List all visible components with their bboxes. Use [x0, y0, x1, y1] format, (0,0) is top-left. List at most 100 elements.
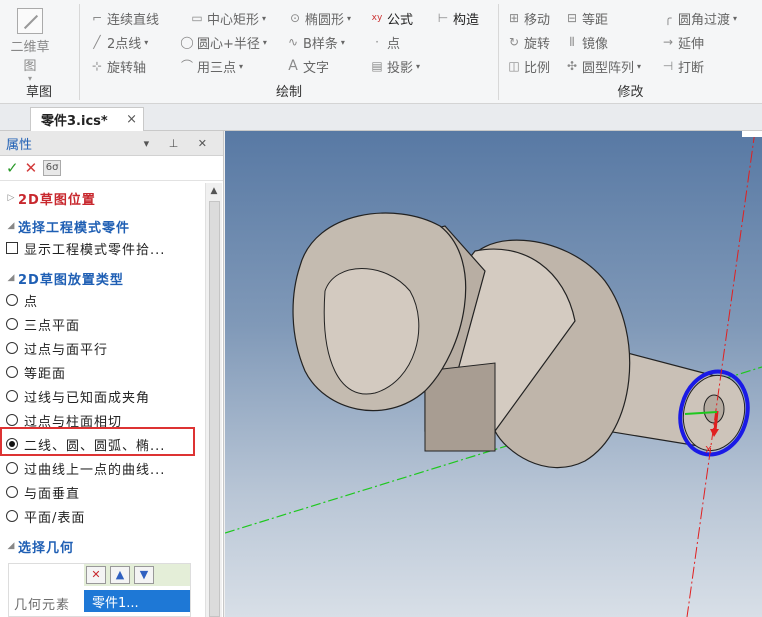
project-button[interactable]: ▤ 投影 ▾: [370, 56, 420, 76]
circle-icon: ◯: [180, 35, 194, 49]
option-perpendicular[interactable]: 与面垂直: [0, 481, 80, 503]
line-icon: ╱: [93, 35, 101, 49]
rectangle-icon: ▭: [191, 11, 203, 25]
formula-button[interactable]: xy 公式: [370, 8, 413, 28]
document-tab[interactable]: 零件3.ics* ×: [30, 107, 144, 131]
axis-icon: ⊹: [91, 59, 103, 73]
option-line-angle[interactable]: 过线与已知面成夹角: [0, 385, 150, 407]
rotation-axis-button[interactable]: ⊹ 旋转轴: [90, 56, 146, 76]
ellipse-button[interactable]: ⊙ 椭圆形 ▾: [288, 8, 351, 28]
cancel-x-icon[interactable]: ✕: [25, 159, 38, 177]
rotate-button[interactable]: ↻ 旋转: [507, 32, 550, 52]
expand-arrow-icon: ▷: [7, 193, 15, 203]
document-tab-bar: 零件3.ics* ×: [0, 104, 762, 131]
project-icon: ▤: [371, 59, 383, 73]
radio-point[interactable]: [6, 294, 18, 306]
2d-sketch-button[interactable]: 二维草图 ▾: [8, 8, 52, 83]
circular-pattern-button[interactable]: ✣ 圆型阵列 ▾: [565, 56, 641, 76]
modify-group: ⊞ 移动 ⊟ 等距 ╭ 圆角过渡 ▾ ↻ 旋转 ⫴ 镜像 → 延伸 ◫ 比例 ✣ 圆型阵列 ▾ ⊣ 打…: [499, 0, 762, 104]
ellipse-icon: ⊙: [289, 11, 301, 25]
confirm-check-icon[interactable]: ✓: [6, 159, 19, 177]
section-select-part[interactable]: ◢ 选择工程模式零件: [0, 215, 130, 237]
circle-center-radius-button[interactable]: ◯ 圆心+半径 ▾: [180, 32, 267, 52]
move-button[interactable]: ⊞ 移动: [507, 8, 550, 28]
offset-button[interactable]: ⊟ 等距: [565, 8, 608, 28]
geometry-toolbar: ✕ ▲ ▼: [84, 564, 190, 586]
radio-perpendicular[interactable]: [6, 486, 18, 498]
move-down-icon[interactable]: ▼: [134, 566, 154, 584]
point-button[interactable]: · 点: [370, 32, 400, 52]
offset-icon: ⊟: [566, 11, 578, 25]
point-icon: ·: [375, 35, 379, 49]
preview-glasses-icon[interactable]: 6σ: [43, 160, 62, 176]
section-2d-sketch-position[interactable]: ▷ 2D草图位置: [0, 187, 96, 209]
two-point-line-button[interactable]: ╱ 2点线 ▾: [90, 32, 148, 52]
sketch-icon: [17, 8, 43, 34]
selected-option-highlight-box: [0, 427, 195, 456]
show-part-checkbox[interactable]: [6, 242, 18, 254]
panel-toolbar: ✓ ✕ 6σ: [0, 156, 223, 181]
text-icon: A: [288, 58, 298, 74]
break-icon: ⊣: [662, 59, 674, 73]
3d-model-canvas: X: [225, 131, 762, 617]
option-offset-plane[interactable]: 等距面: [0, 361, 66, 383]
bspline-button[interactable]: ∿ B样条 ▾: [286, 32, 345, 52]
radio-plane-surface[interactable]: [6, 510, 18, 522]
panel-scrollbar[interactable]: ▲: [205, 183, 222, 617]
text-button[interactable]: A 文字: [286, 56, 329, 76]
section-select-geometry[interactable]: ◢ 选择几何: [0, 535, 74, 557]
x-axis-label: X: [705, 445, 712, 456]
arc-icon: ⌒: [180, 59, 193, 73]
center-rect-button[interactable]: ▭ 中心矩形 ▾: [190, 8, 266, 28]
rotate-icon: ↻: [508, 35, 520, 49]
formula-icon: xy: [371, 13, 383, 23]
scroll-up-icon[interactable]: ▲: [206, 183, 222, 199]
option-point[interactable]: 点: [0, 289, 38, 311]
close-tab-icon[interactable]: ×: [126, 112, 137, 127]
collapse-arrow-icon: ◢: [7, 541, 15, 551]
geometry-selected-item[interactable]: 零件1...: [84, 590, 190, 612]
move-up-icon[interactable]: ▲: [110, 566, 130, 584]
fillet-button[interactable]: ╭ 圆角过渡 ▾: [661, 8, 737, 28]
extend-button[interactable]: → 延伸: [661, 32, 704, 52]
draw-group: ⌐ 连续直线 ▭ 中心矩形 ▾ ⊙ 椭圆形 ▾ xy 公式 ⊢ 构造 ╱ 2点线 ▾ ◯ 圆心+半径…: [80, 0, 498, 104]
scroll-thumb[interactable]: [209, 201, 220, 617]
shaft-hole: [703, 394, 725, 424]
option-point-parallel[interactable]: 过点与面平行: [0, 337, 108, 359]
collapse-arrow-icon: ◢: [7, 273, 15, 283]
three-point-arc-button[interactable]: ⌒ 用三点 ▾: [180, 56, 243, 76]
3d-viewport[interactable]: X: [225, 131, 762, 617]
modify-group-label: 修改: [617, 85, 644, 100]
section-placement-type[interactable]: ◢ 2D草图放置类型: [0, 267, 124, 289]
pattern-icon: ✣: [566, 59, 578, 73]
ribbon: 二维草图 ▾ 草图 ⌐ 连续直线 ▭ 中心矩形 ▾ ⊙ 椭圆形 ▾ xy 公式 ⊢ 构造 ╱ 2…: [0, 0, 762, 104]
delete-geometry-icon[interactable]: ✕: [86, 566, 106, 584]
radio-line-angle[interactable]: [6, 390, 18, 402]
extend-icon: →: [662, 35, 674, 49]
polyline-icon: ⌐: [91, 11, 103, 25]
construct-icon: ⊢: [437, 11, 449, 25]
radio-point-on-curve[interactable]: [6, 462, 18, 474]
mirror-icon: ⫴: [569, 35, 575, 49]
show-part-checkbox-row[interactable]: 显示工程模式零件拾...: [0, 237, 165, 259]
radio-tangent-cylinder[interactable]: [6, 414, 18, 426]
radio-offset-plane[interactable]: [6, 366, 18, 378]
radio-three-point-plane[interactable]: [6, 318, 18, 330]
panel-controls[interactable]: ▾ ⊥ ✕: [144, 137, 215, 150]
fillet-icon: ╭: [664, 11, 672, 25]
viewport-corner: [742, 131, 762, 137]
red-axis-arrow: [713, 410, 719, 432]
collapse-arrow-icon: ◢: [7, 221, 15, 231]
construct-button[interactable]: ⊢ 构造: [436, 8, 479, 28]
move-icon: ⊞: [508, 11, 520, 25]
option-three-point-plane[interactable]: 三点平面: [0, 313, 80, 335]
option-point-on-curve[interactable]: 过曲线上一点的曲线...: [0, 457, 165, 479]
radio-point-parallel[interactable]: [6, 342, 18, 354]
polyline-button[interactable]: ⌐ 连续直线: [90, 8, 159, 28]
mirror-button[interactable]: ⫴ 镜像: [565, 32, 608, 52]
panel-title: 属性 ▾ ⊥ ✕: [0, 131, 223, 156]
option-plane-surface[interactable]: 平面/表面: [0, 505, 85, 527]
break-button[interactable]: ⊣ 打断: [661, 56, 704, 76]
scale-button[interactable]: ◫ 比例: [507, 56, 550, 76]
sketch-group: 二维草图 ▾ 草图: [0, 0, 78, 104]
